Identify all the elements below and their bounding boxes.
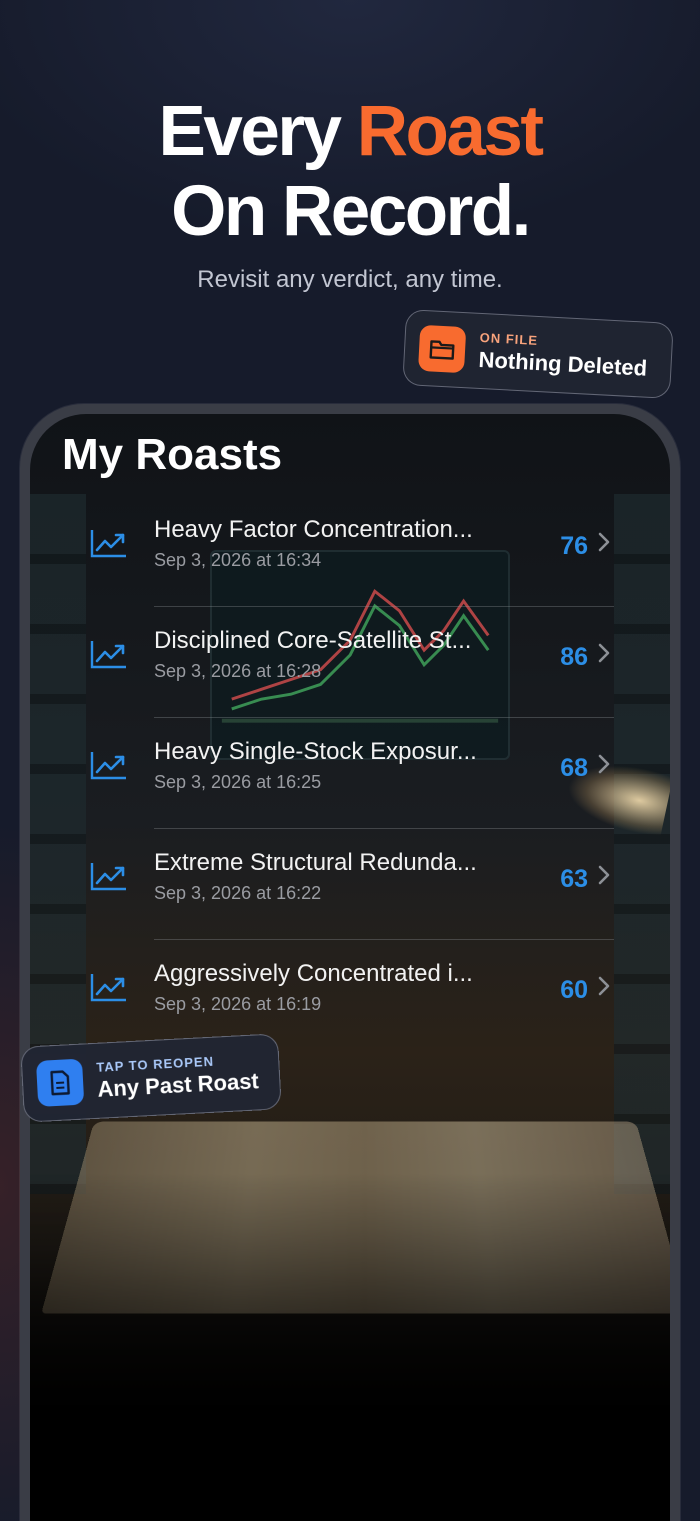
chevron-right-icon bbox=[596, 863, 612, 887]
roast-title: Heavy Factor Concentration... bbox=[154, 516, 473, 543]
chevron-right-icon bbox=[596, 530, 612, 554]
headline-word: Every bbox=[158, 92, 342, 171]
roast-date: Sep 3, 2026 at 16:25 bbox=[154, 772, 322, 792]
roast-date: Sep 3, 2026 at 16:19 bbox=[154, 994, 322, 1014]
trend-chart-icon bbox=[90, 861, 128, 891]
screen-title: My Roasts bbox=[62, 430, 283, 479]
roast-list: Heavy Factor Concentration... Sep 3, 2026… bbox=[30, 496, 670, 1051]
trend-chart-icon bbox=[90, 972, 128, 1002]
on-file-badge: ON FILE Nothing Deleted bbox=[402, 309, 674, 399]
roast-row[interactable]: Disciplined Core-Satellite St... Sep 3, 2… bbox=[30, 607, 670, 718]
screen-fade bbox=[30, 1174, 670, 1521]
chevron-right-icon bbox=[596, 974, 612, 998]
roast-title: Extreme Structural Redunda... bbox=[154, 849, 477, 876]
roast-date: Sep 3, 2026 at 16:28 bbox=[154, 661, 322, 681]
headline-accent: Roast bbox=[356, 92, 544, 171]
chevron-right-icon bbox=[596, 752, 612, 776]
roast-date: Sep 3, 2026 at 16:22 bbox=[154, 883, 322, 903]
roast-score: 60 bbox=[560, 976, 588, 1004]
trend-chart-icon bbox=[90, 639, 128, 669]
chevron-right-icon bbox=[596, 641, 612, 665]
roast-row[interactable]: Heavy Single-Stock Exposur... Sep 3, 2026… bbox=[30, 718, 670, 829]
headline-line2: On Record. bbox=[171, 172, 531, 251]
roast-title: Heavy Single-Stock Exposur... bbox=[154, 738, 477, 765]
roast-row[interactable]: Extreme Structural Redunda... Sep 3, 2026… bbox=[30, 829, 670, 940]
roast-score: 76 bbox=[560, 532, 588, 560]
roast-row[interactable]: Aggressively Concentrated i... Sep 3, 202… bbox=[30, 940, 670, 1051]
roast-row[interactable]: Heavy Factor Concentration... Sep 3, 2026… bbox=[30, 496, 670, 607]
phone-screen: My Roasts Heavy Factor Concentration... S… bbox=[30, 414, 670, 1521]
phone-frame: My Roasts Heavy Factor Concentration... S… bbox=[20, 404, 680, 1521]
subtitle: Revisit any verdict, any time. bbox=[197, 266, 503, 293]
roast-date: Sep 3, 2026 at 16:34 bbox=[154, 550, 322, 570]
roast-score: 68 bbox=[560, 754, 588, 782]
roast-title: Aggressively Concentrated i... bbox=[154, 960, 473, 987]
folder-icon bbox=[417, 324, 467, 374]
roast-score: 86 bbox=[560, 643, 588, 671]
trend-chart-icon bbox=[90, 528, 128, 558]
document-icon bbox=[35, 1058, 85, 1107]
headline: Every Roast On Record. bbox=[0, 92, 700, 252]
tap-to-reopen-badge: TAP TO REOPEN Any Past Roast bbox=[20, 1033, 282, 1123]
trend-chart-icon bbox=[90, 750, 128, 780]
roast-score: 63 bbox=[560, 865, 588, 893]
roast-title: Disciplined Core-Satellite St... bbox=[154, 627, 472, 654]
